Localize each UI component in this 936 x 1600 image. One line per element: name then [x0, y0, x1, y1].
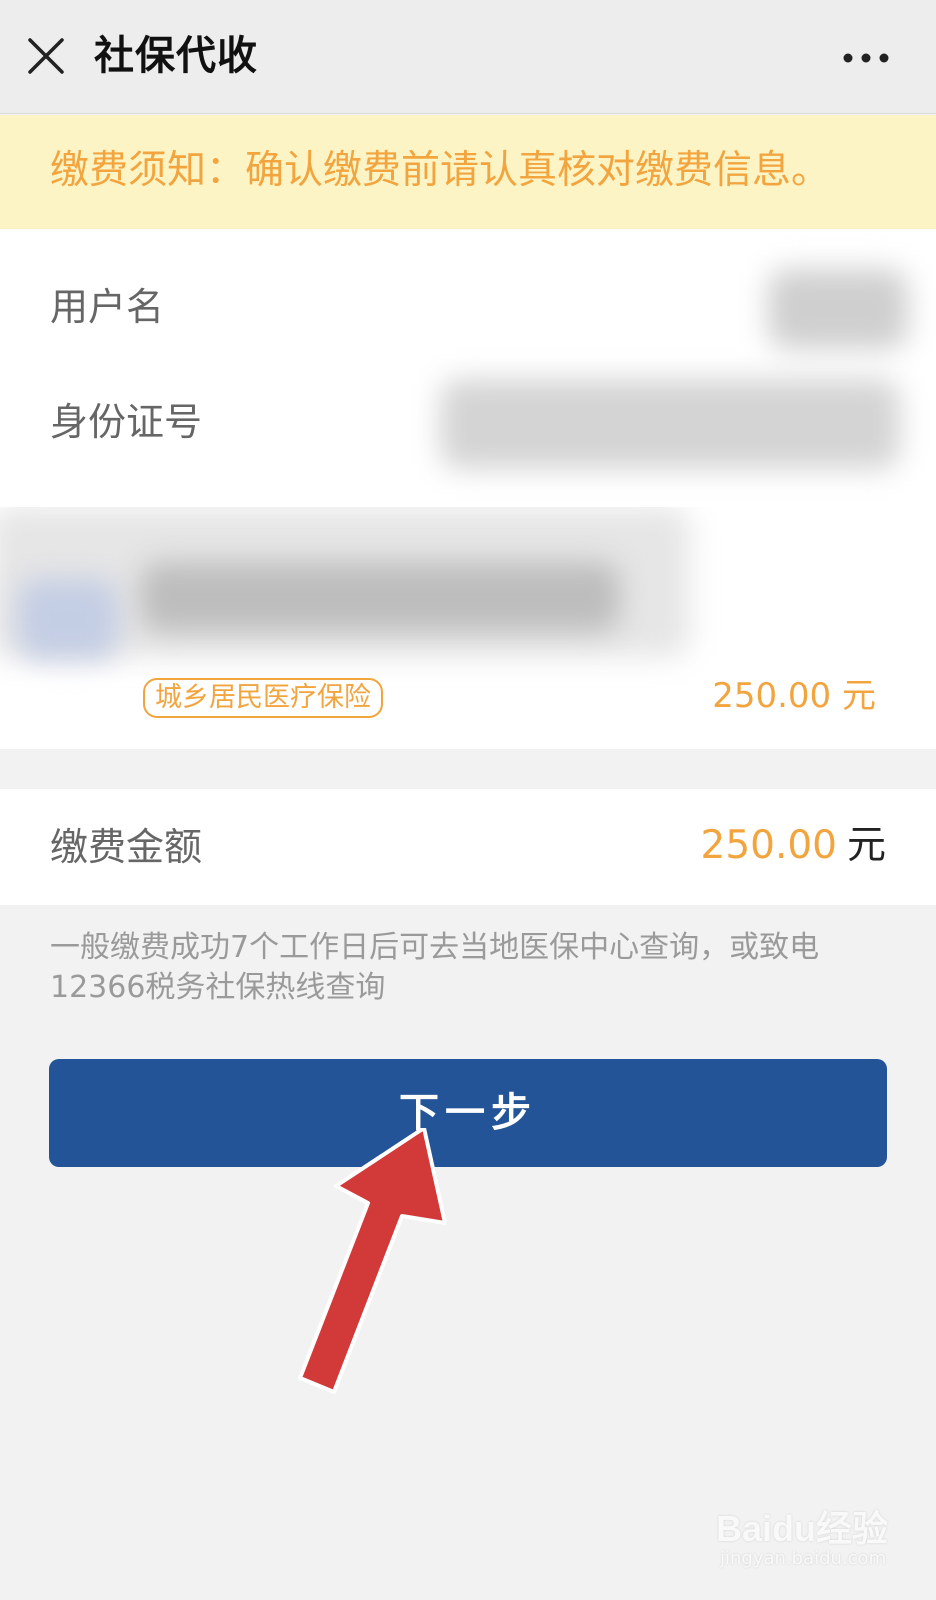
more-button[interactable]	[836, 36, 896, 76]
page-title: 社保代收	[94, 33, 258, 79]
insurance-item-card[interactable]: 城乡居民医疗保险 250.00 元	[0, 507, 936, 749]
notice-banner: 缴费须知：确认缴费前请认真核对缴费信息。	[0, 115, 936, 229]
notice-text: 缴费须知：确认缴费前请认真核对缴费信息。	[50, 148, 831, 193]
user-info-card: 用户名 身份证号	[0, 229, 936, 507]
username-label: 用户名	[50, 285, 165, 329]
baidu-watermark: Baidu经验 jingyan.baidu.com	[716, 1500, 916, 1580]
id-number-label: 身份证号	[50, 400, 203, 444]
payment-amount-label: 缴费金额	[50, 825, 203, 869]
watermark-url: jingyan.baidu.com	[720, 1548, 887, 1569]
more-icon	[843, 53, 889, 63]
payment-amount-value: 250.00	[700, 823, 837, 868]
item-icon-redacted	[18, 579, 118, 659]
username-value-redacted	[768, 269, 908, 349]
close-button[interactable]	[24, 34, 68, 78]
item-title-redacted	[140, 562, 620, 632]
query-hint-text: 一般缴费成功7个工作日后可去当地医保中心查询，或致电12366税务社保热线查询	[50, 930, 820, 1005]
watermark-logo-text: Baidu经验	[716, 1508, 889, 1549]
red-arrow-annotation	[298, 1128, 447, 1394]
title-bar: 社保代收	[0, 0, 936, 114]
payment-amount: 250.00 元	[701, 819, 886, 873]
id-number-value-redacted	[440, 379, 900, 469]
insurance-type-tag: 城乡居民医疗保险	[143, 678, 383, 718]
payment-amount-row: 缴费金额 250.00 元	[0, 789, 936, 905]
payment-amount-unit: 元	[846, 823, 886, 868]
close-icon	[28, 38, 64, 74]
item-amount: 250.00 元	[712, 676, 876, 716]
